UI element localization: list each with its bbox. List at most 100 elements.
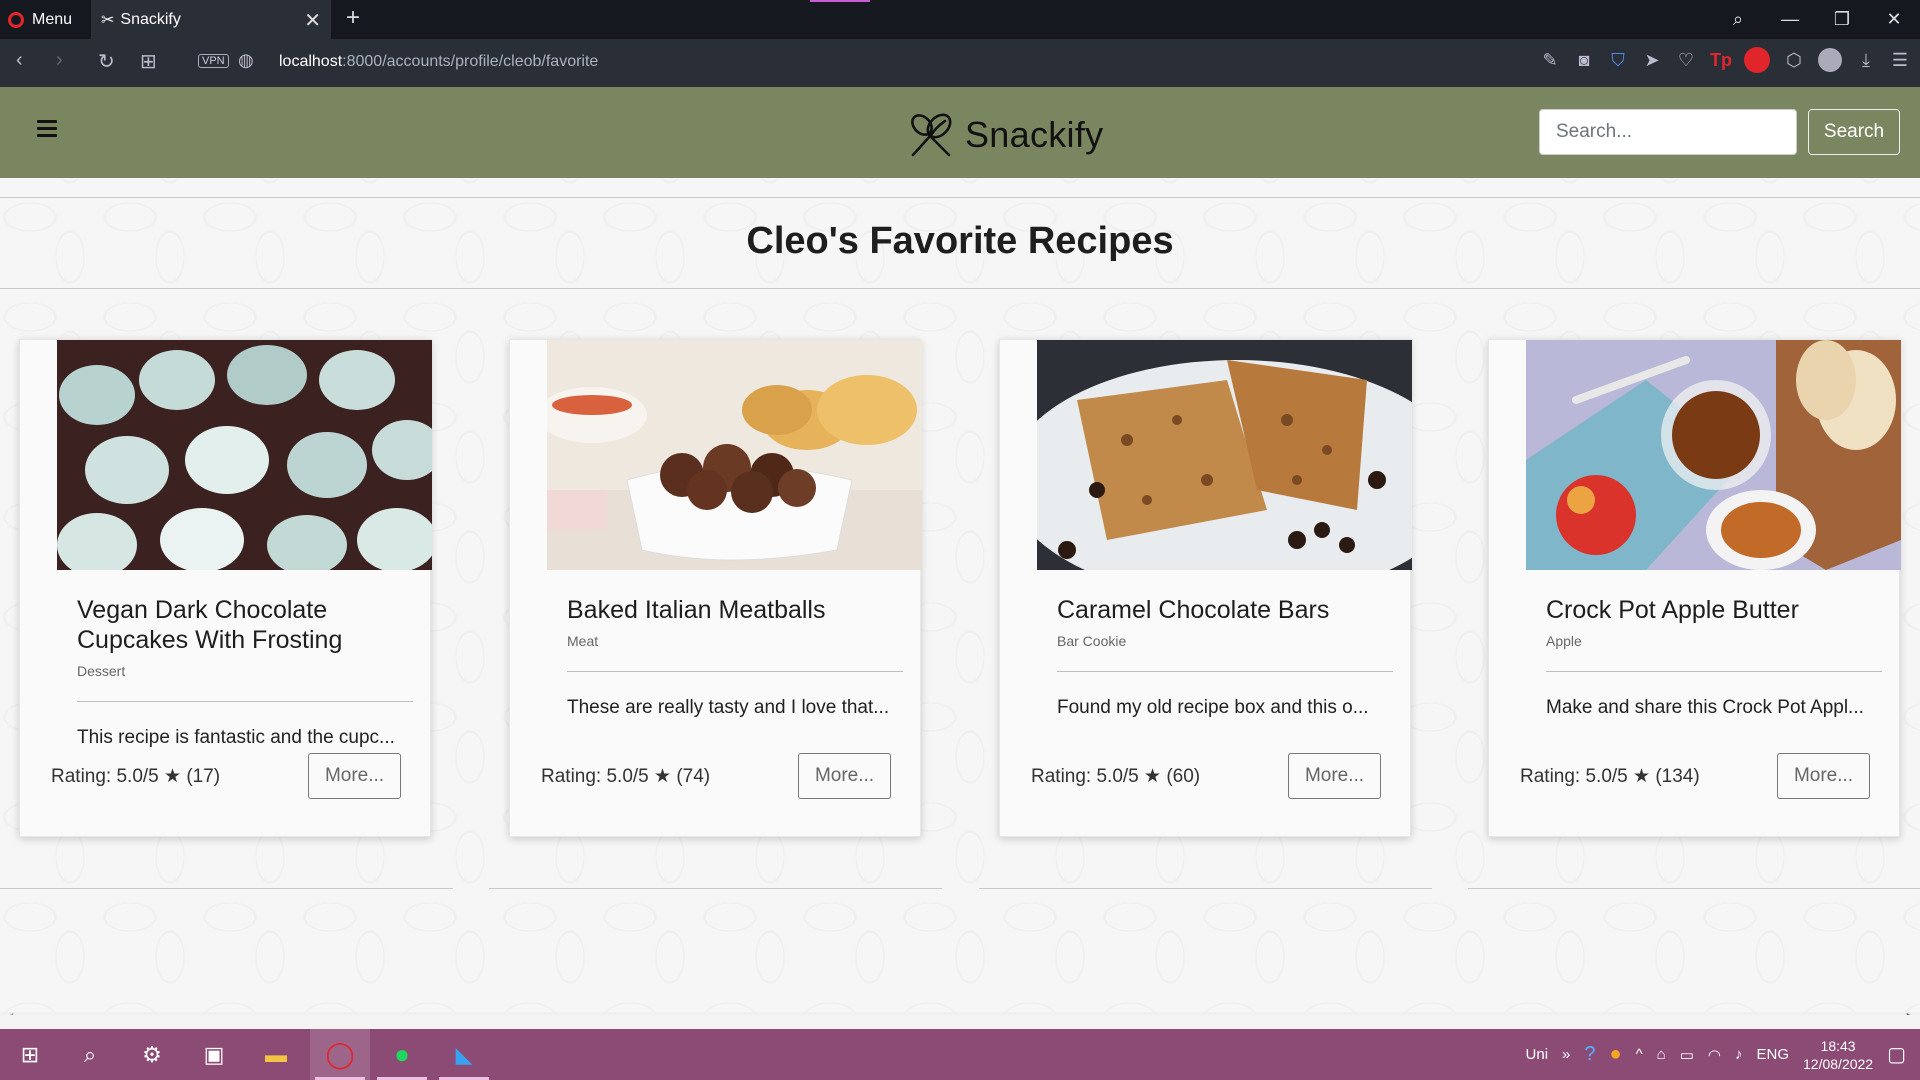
recipe-title[interactable]: Baked Italian Meatballs xyxy=(567,595,887,625)
recipe-image-cupcakes[interactable] xyxy=(57,340,432,570)
recipe-card: Crock Pot Apple Butter Apple Make and sh… xyxy=(1488,339,1901,837)
extension-tp-icon[interactable]: Tp xyxy=(1710,50,1732,71)
profile-avatar-icon[interactable] xyxy=(1818,48,1842,72)
tray-text: Uni xyxy=(1525,1046,1549,1063)
recipe-category: Apple xyxy=(1546,633,1582,649)
toolbar-icons: ✎ ◙ ⛉ ➤ ♡ Tp ⬡ ⤓ ☰ xyxy=(1540,47,1910,73)
settings-gear-icon[interactable]: ⚙ xyxy=(122,1029,182,1080)
horizontal-scrollbar[interactable]: ◀ ▶ xyxy=(0,1010,1920,1015)
tray-overflow-icon[interactable]: » xyxy=(1562,1046,1570,1063)
clock-date: 12/08/2022 xyxy=(1803,1055,1874,1072)
volume-icon[interactable]: ♪ xyxy=(1735,1046,1743,1063)
minimize-icon[interactable]: — xyxy=(1764,9,1816,30)
recipe-card: Baked Italian Meatballs Meat These are r… xyxy=(509,339,922,837)
notifications-icon[interactable]: ▢ xyxy=(1887,1042,1906,1067)
recipe-image-apple-butter[interactable] xyxy=(1526,340,1901,570)
brand-link[interactable]: Snackify xyxy=(905,109,1103,161)
search-tabs-icon[interactable]: ⌕ xyxy=(1712,9,1764,30)
adblock-icon[interactable] xyxy=(1744,47,1770,73)
recipe-description: This recipe is fantastic and the cupc... xyxy=(77,727,395,748)
card-divider xyxy=(1546,671,1882,672)
recipe-rating: Rating: 5.0/5 ★ (74) xyxy=(541,766,711,787)
cube-icon[interactable]: ⬡ xyxy=(1784,50,1804,71)
new-tab-icon[interactable]: + xyxy=(346,4,360,32)
card-divider xyxy=(567,671,903,672)
scroll-left-icon[interactable]: ◀ xyxy=(4,1010,13,1015)
browser-tab-snackify[interactable]: ✂ Snackify ✕ xyxy=(91,0,331,39)
chevron-up-icon[interactable]: ^ xyxy=(1636,1046,1643,1063)
clock-time: 18:43 xyxy=(1820,1037,1856,1054)
recipe-title[interactable]: Caramel Chocolate Bars xyxy=(1057,595,1377,625)
file-explorer-icon[interactable]: ▬ xyxy=(246,1029,306,1080)
divider xyxy=(0,197,1920,198)
send-icon[interactable]: ➤ xyxy=(1642,50,1662,71)
restore-icon[interactable]: ❐ xyxy=(1816,9,1868,30)
windows-start-icon[interactable]: ⊞ xyxy=(0,1029,60,1080)
recipe-description: Make and share this Crock Pot Appl... xyxy=(1546,697,1864,718)
recipe-card: Vegan Dark Chocolate Cupcakes With Frost… xyxy=(19,339,432,837)
hamburger-menu-icon[interactable] xyxy=(37,120,57,141)
recipe-title[interactable]: Crock Pot Apple Butter xyxy=(1546,595,1866,625)
menu-label: Menu xyxy=(32,10,73,28)
recipe-title-line: Caramel Chocolate Bars xyxy=(1057,596,1330,624)
divider xyxy=(0,288,1920,289)
scroll-right-icon[interactable]: ▶ xyxy=(1907,1010,1916,1015)
url-path: :8000/accounts/profile/cleob/favorite xyxy=(342,53,599,70)
help-icon[interactable]: ? xyxy=(1584,1043,1595,1066)
shield-icon[interactable]: ⛉ xyxy=(1608,50,1628,71)
download-icon[interactable]: ⤓ xyxy=(1856,50,1876,71)
more-button[interactable]: More... xyxy=(308,753,401,799)
wifi-icon[interactable]: ◠ xyxy=(1708,1046,1721,1064)
settings-sliders-icon[interactable]: ☰ xyxy=(1890,50,1910,71)
snackify-favicon-icon: ✂ xyxy=(101,11,115,29)
back-icon[interactable]: ‹ xyxy=(16,49,23,72)
divider xyxy=(979,888,1432,889)
reload-icon[interactable]: ↻ xyxy=(98,49,115,74)
battery-icon[interactable]: ▭ xyxy=(1680,1046,1694,1064)
tab-indicator xyxy=(810,0,870,2)
heart-icon[interactable]: ♡ xyxy=(1676,50,1696,71)
more-button[interactable]: More... xyxy=(1288,753,1381,799)
tabs-grid-icon[interactable]: ⊞ xyxy=(140,49,157,74)
search-input[interactable] xyxy=(1539,109,1797,155)
search-button[interactable]: Search xyxy=(1808,109,1900,155)
card-divider xyxy=(1057,671,1393,672)
url-host: localhost xyxy=(279,53,343,70)
search-icon[interactable]: ⌕ xyxy=(60,1029,120,1080)
recipe-image-caramel-bars[interactable] xyxy=(1037,340,1412,570)
close-tab-icon[interactable]: ✕ xyxy=(304,8,321,33)
clock[interactable]: 18:43 12/08/2022 xyxy=(1803,1037,1873,1073)
windows-taskbar: ⊞ ⌕ ⚙ ▣ ▬ ◯ ● ◣ Uni » ? ● ^ ⌂ ▭ ◠ ♪ ENG … xyxy=(0,1029,1920,1080)
recipe-card: Caramel Chocolate Bars Bar Cookie Found … xyxy=(999,339,1412,837)
recipe-title-line: Baked Italian Meatballs xyxy=(567,596,826,624)
url-field[interactable]: localhost:8000/accounts/profile/cleob/fa… xyxy=(279,53,598,71)
opera-menu-button[interactable]: Menu xyxy=(8,0,72,39)
spotify-icon[interactable]: ● xyxy=(372,1029,432,1080)
recipe-image-meatballs[interactable] xyxy=(547,340,922,570)
recipe-rating: Rating: 5.0/5 ★ (60) xyxy=(1031,766,1201,787)
edit-icon[interactable]: ✎ xyxy=(1540,50,1560,71)
recipe-rating: Rating: 5.0/5 ★ (134) xyxy=(1520,766,1700,787)
recipe-title[interactable]: Vegan Dark Chocolate Cupcakes With Frost… xyxy=(77,595,397,655)
vpn-badge[interactable]: VPN xyxy=(198,54,229,68)
window-controls: ⌕ — ❐ ✕ xyxy=(1712,0,1920,39)
camera-icon[interactable]: ◙ xyxy=(1574,50,1594,71)
whisk-spoon-logo-icon xyxy=(911,113,952,157)
more-button[interactable]: More... xyxy=(1777,753,1870,799)
tray-app-icon[interactable]: ● xyxy=(1610,1043,1622,1066)
recipe-title-line: Vegan Dark Chocolate xyxy=(77,596,328,624)
language-indicator[interactable]: ENG xyxy=(1757,1046,1790,1063)
vscode-icon[interactable]: ◣ xyxy=(434,1029,494,1080)
opera-logo-icon xyxy=(8,11,24,28)
forward-icon[interactable]: › xyxy=(56,49,63,72)
close-window-icon[interactable]: ✕ xyxy=(1868,9,1920,30)
remote-desktop-icon[interactable]: ▣ xyxy=(184,1029,244,1080)
network-icon[interactable]: ⌂ xyxy=(1657,1046,1666,1063)
divider xyxy=(489,888,942,889)
more-button[interactable]: More... xyxy=(798,753,891,799)
recipe-description: These are really tasty and I love that..… xyxy=(567,697,890,718)
recipe-description: Found my old recipe box and this o... xyxy=(1057,697,1369,718)
opera-browser-icon[interactable]: ◯ xyxy=(310,1029,370,1080)
brand-name: Snackify xyxy=(965,114,1104,155)
site-info-icon[interactable]: ◍ xyxy=(238,50,254,71)
